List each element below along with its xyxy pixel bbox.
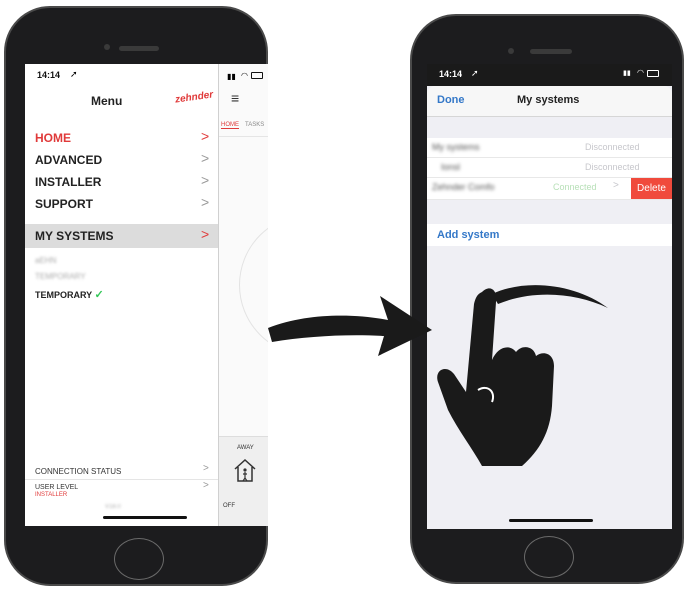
status-time: 14:14 bbox=[439, 69, 463, 79]
chevron-right-icon: > bbox=[201, 194, 210, 210]
wifi-icon: ◠ bbox=[241, 71, 248, 80]
menu-item-installer-label: INSTALLER bbox=[35, 175, 102, 189]
dial-arc bbox=[239, 214, 268, 356]
version-text: V18.0 bbox=[105, 504, 121, 510]
chevron-right-icon: > bbox=[201, 172, 210, 188]
system-row-swiped[interactable]: Zehnder Comfo Connected > Delete bbox=[427, 178, 672, 200]
signal-icon: ▮▮ bbox=[623, 70, 631, 77]
chevron-right-icon: > bbox=[201, 150, 210, 166]
speaker-grille bbox=[530, 49, 572, 54]
system-item-3-label: TEMPORARY bbox=[35, 290, 93, 300]
home-indicator bbox=[509, 519, 593, 522]
done-button[interactable]: Done bbox=[437, 94, 465, 106]
camera-dot bbox=[104, 44, 110, 50]
system-row-name: My systems bbox=[432, 142, 480, 152]
tab-home[interactable]: HOME bbox=[221, 122, 239, 129]
left-phone: 14:14 ➚ Menu zehnder HOME > ADVANCED > I… bbox=[4, 6, 268, 586]
add-system-row[interactable]: Add system bbox=[427, 224, 672, 246]
divider bbox=[219, 136, 268, 137]
nav-bar: Done My systems bbox=[427, 86, 672, 117]
off-label[interactable]: OFF bbox=[223, 503, 235, 509]
chevron-right-icon: > bbox=[201, 226, 210, 242]
system-item-2[interactable]: TEMPORARY bbox=[35, 272, 86, 281]
battery-icon bbox=[251, 72, 263, 79]
menu-title: Menu bbox=[91, 94, 123, 108]
hamburger-icon[interactable]: ≡ bbox=[231, 90, 239, 106]
signal-icon: ▮▮ bbox=[227, 72, 236, 81]
user-level-value: INSTALLER bbox=[35, 492, 68, 498]
speaker-grille bbox=[119, 46, 159, 51]
home-indicator bbox=[103, 516, 187, 519]
system-row-status: Disconnected bbox=[585, 142, 640, 152]
status-bar: 14:14 ➚ ▮▮ ◠ bbox=[427, 64, 672, 86]
arrow-right-icon bbox=[268, 296, 432, 356]
system-row-name: Zehnder Comfo bbox=[432, 182, 495, 192]
home-button[interactable] bbox=[524, 536, 574, 578]
system-row-name: Ionsl bbox=[441, 162, 461, 172]
chevron-right-icon: > bbox=[201, 128, 210, 144]
add-system-button: Add system bbox=[437, 229, 500, 241]
swipe-hand-icon bbox=[437, 285, 608, 466]
menu-item-home-label: HOME bbox=[35, 131, 71, 145]
chevron-right-icon: > bbox=[203, 480, 209, 491]
menu-item-support-label: SUPPORT bbox=[35, 197, 94, 211]
divider bbox=[25, 479, 218, 480]
check-icon: ✓ bbox=[94, 289, 104, 301]
menu-panel: 14:14 ➚ Menu zehnder HOME > ADVANCED > I… bbox=[25, 64, 218, 526]
location-icon: ➚ bbox=[471, 68, 479, 78]
house-person-icon[interactable] bbox=[233, 457, 257, 483]
system-row-status: Connected bbox=[553, 182, 597, 192]
system-row[interactable]: My systems Disconnected bbox=[427, 138, 672, 158]
tab-tasks[interactable]: TASKS bbox=[245, 122, 264, 128]
status-time: 14:14 bbox=[37, 70, 61, 80]
away-label[interactable]: AWAY bbox=[237, 445, 254, 451]
my-systems-row[interactable]: MY SYSTEMS > bbox=[25, 224, 218, 248]
nav-title: My systems bbox=[517, 94, 580, 106]
my-systems-label: MY SYSTEMS bbox=[35, 229, 114, 243]
underlying-app: ▮▮ ◠ ≡ HOME TASKS AWAY OFF bbox=[218, 64, 268, 526]
system-row-status: Disconnected bbox=[585, 162, 640, 172]
location-icon: ➚ bbox=[70, 69, 78, 79]
menu-item-advanced-label: ADVANCED bbox=[35, 153, 103, 167]
chevron-right-icon: > bbox=[203, 463, 209, 474]
mode-panel: AWAY OFF bbox=[219, 436, 268, 526]
left-screen: 14:14 ➚ Menu zehnder HOME > ADVANCED > I… bbox=[25, 64, 268, 526]
zehnder-logo: zehnder bbox=[174, 89, 214, 106]
connection-status-label[interactable]: CONNECTION STATUS bbox=[35, 467, 121, 476]
system-item-1[interactable]: aEHN bbox=[35, 256, 56, 265]
delete-button[interactable]: Delete bbox=[631, 178, 672, 199]
system-row[interactable]: Ionsl Disconnected bbox=[427, 158, 672, 178]
camera-dot bbox=[508, 48, 514, 54]
home-button[interactable] bbox=[114, 538, 164, 580]
battery-icon bbox=[647, 70, 659, 77]
chevron-right-icon: > bbox=[613, 180, 619, 191]
user-level-label[interactable]: USER LEVEL bbox=[35, 484, 78, 491]
system-item-3[interactable]: TEMPORARY ✓ bbox=[35, 288, 104, 301]
wifi-icon: ◠ bbox=[637, 68, 644, 77]
